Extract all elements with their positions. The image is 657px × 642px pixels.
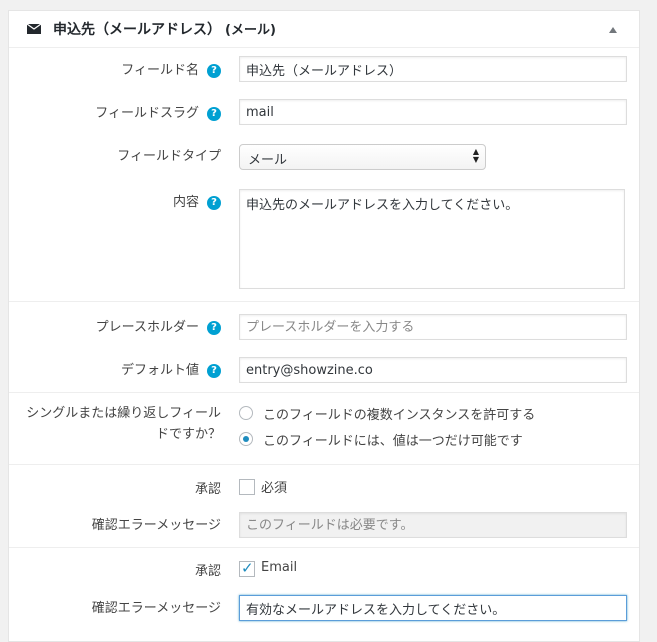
field-slug-label: フィールドスラグ? <box>95 102 221 121</box>
field-type-select[interactable]: メール ▲ ▼ <box>239 144 486 170</box>
placeholder-label-text: プレースホルダー <box>95 320 199 335</box>
radio-multiple-instances-label[interactable]: このフィールドの複数インスタンスを許可する <box>263 404 535 423</box>
default-value-label-text: デフォルト値 <box>120 363 199 378</box>
help-icon[interactable]: ? <box>207 64 221 78</box>
single-repeat-label-line2: ドですか？ <box>155 427 221 442</box>
panel-header[interactable]: 申込先（メールアドレス） (メール) <box>9 11 639 48</box>
placeholder-label: プレースホルダー? <box>96 316 221 335</box>
help-icon[interactable]: ? <box>207 321 221 335</box>
field-slug-label-text: フィールドスラグ <box>95 106 199 121</box>
panel-title-type: (メール) <box>225 23 276 38</box>
radio-single-value-label[interactable]: このフィールドには、値は一つだけ可能です <box>263 430 523 449</box>
field-type-label: フィールドタイプ <box>117 149 221 164</box>
required-checkbox[interactable] <box>239 479 255 495</box>
field-type-selected: メール <box>248 153 288 168</box>
divider <box>9 301 639 302</box>
required-checkbox-label[interactable]: 必須 <box>261 477 287 496</box>
help-icon[interactable]: ? <box>207 364 221 378</box>
content-label-text: 内容 <box>172 195 199 210</box>
help-icon[interactable]: ? <box>207 107 221 121</box>
confirm-error-input-disabled <box>239 512 627 538</box>
radio-multiple-instances[interactable] <box>239 406 253 420</box>
divider <box>9 464 639 465</box>
panel-title: 申込先（メールアドレス） (メール) <box>53 19 276 39</box>
approval-label: 承認 <box>194 564 221 579</box>
email-checkbox-label[interactable]: Email <box>261 560 297 575</box>
field-name-label-text: フィールド名 <box>121 63 199 78</box>
single-repeat-label-line1: シングルまたは繰り返しフィール <box>26 406 221 421</box>
panel-title-text: 申込先（メールアドレス） <box>53 22 221 38</box>
field-slug-input[interactable] <box>239 99 627 125</box>
single-repeat-label: シングルまたは繰り返しフィール ドですか？ <box>26 403 221 445</box>
confirm-error-input[interactable] <box>239 595 627 621</box>
email-checkbox[interactable] <box>239 559 255 577</box>
default-value-input[interactable] <box>239 357 627 383</box>
caret-up-icon[interactable] <box>609 27 617 33</box>
select-arrows-icon: ▲ ▼ <box>472 147 479 164</box>
divider <box>9 547 639 548</box>
envelope-icon <box>27 24 41 34</box>
default-value-label: デフォルト値? <box>121 359 221 378</box>
confirm-error-label: 確認エラーメッセージ <box>91 518 221 533</box>
approval-label: 承認 <box>194 482 221 497</box>
content-textarea[interactable]: 申込先のメールアドレスを入力してください。 <box>239 189 625 289</box>
confirm-error-label: 確認エラーメッセージ <box>91 601 221 616</box>
divider <box>9 392 639 393</box>
field-settings-panel: 申込先（メールアドレス） (メール) フィールド名? フィールドスラグ? フィール… <box>8 10 640 642</box>
help-icon[interactable]: ? <box>207 196 221 210</box>
field-name-label: フィールド名? <box>121 59 221 78</box>
placeholder-input[interactable] <box>239 314 627 340</box>
content-label: 内容? <box>173 191 221 210</box>
radio-single-value[interactable] <box>239 432 253 446</box>
field-name-input[interactable] <box>239 56 627 82</box>
